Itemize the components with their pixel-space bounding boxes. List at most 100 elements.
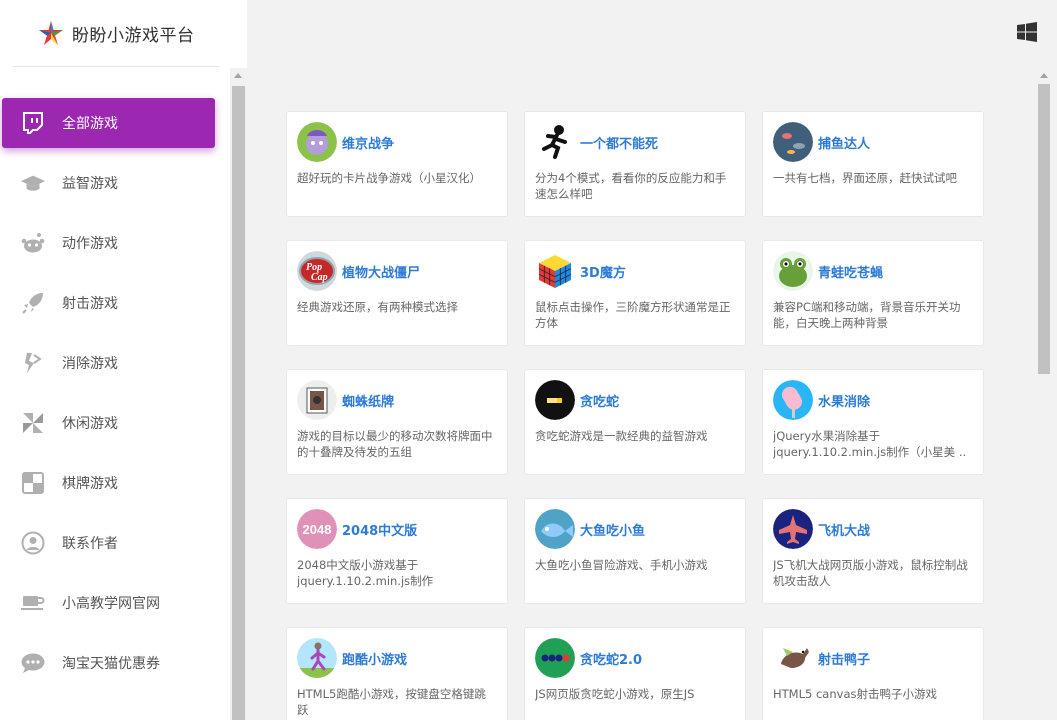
snake-thumb <box>535 380 575 420</box>
game-title[interactable]: 青蛙吃苍蝇 <box>818 262 883 281</box>
game-title[interactable]: 大鱼吃小鱼 <box>580 520 645 539</box>
code-icon <box>20 350 46 376</box>
sidebar-item-label: 消除游戏 <box>62 356 118 372</box>
sidebar: 盼盼小游戏平台 全部游戏 益智游戏 动作游戏 射击游戏 消除游戏 休闲游戏 棋牌… <box>0 0 247 720</box>
viking-war-thumb <box>297 122 337 162</box>
game-desc: HTML5 canvas射击鸭子小游戏 <box>773 687 937 701</box>
game-card[interactable]: 蜘蛛纸牌 游戏的目标以最少的移动次数将牌面中的十叠牌及待发的五组 <box>286 369 508 475</box>
game-desc: 2048中文版小游戏基于jquery.1.10.2.min.js制作 <box>297 558 434 588</box>
sidebar-item-casual[interactable]: 休闲游戏 <box>2 398 215 448</box>
sidebar-item-label: 棋牌游戏 <box>62 476 118 492</box>
game-desc: 一共有七档，界面还原，赶快试试吧 <box>773 171 957 185</box>
game-desc: jQuery水果消除基于jquery.1.10.2.min.js制作（小星美 .… <box>773 429 967 459</box>
game-title[interactable]: 一个都不能死 <box>580 133 658 152</box>
game-title[interactable]: 水果消除 <box>818 391 870 410</box>
game-title[interactable]: 3D魔方 <box>580 262 626 281</box>
game-card[interactable]: 一个都不能死 分为4个模式，看看你的反应能力和手速怎么样吧 <box>524 111 746 217</box>
game-card[interactable]: 3D魔方 鼠标点击操作，三阶魔方形状通常是正方体 <box>524 240 746 346</box>
snake2-thumb <box>535 638 575 678</box>
game-title[interactable]: 跑酷小游戏 <box>342 649 407 668</box>
spider-cards-thumb <box>297 380 337 420</box>
coffee-icon <box>20 590 46 616</box>
sidebar-item-shooting[interactable]: 射击游戏 <box>2 278 215 328</box>
sidebar-scrollbar[interactable] <box>230 68 247 720</box>
game-card[interactable]: 贪吃蛇 贪吃蛇游戏是一款经典的益智游戏 <box>524 369 746 475</box>
game-desc: 贪吃蛇游戏是一款经典的益智游戏 <box>535 429 708 443</box>
sidebar-item-label: 射击游戏 <box>62 296 118 312</box>
checkerboard-icon <box>20 470 46 496</box>
sidebar-item-official-site[interactable]: 小高教学网官网 <box>2 578 215 628</box>
game-title[interactable]: 植物大战僵尸 <box>342 262 420 281</box>
game-desc: HTML5跑酷小游戏，按键盘空格键跳跃 <box>297 687 486 717</box>
game-title[interactable]: 2048中文版 <box>342 520 417 539</box>
game-desc: JS飞机大战网页版小游戏，鼠标控制战机攻击敌人 <box>773 558 968 588</box>
sidebar-item-match[interactable]: 消除游戏 <box>2 338 215 388</box>
game-card[interactable]: 水果消除 jQuery水果消除基于jquery.1.10.2.min.js制作（… <box>762 369 984 475</box>
scroll-up-arrow-icon[interactable] <box>234 73 242 78</box>
game-card[interactable]: 青蛙吃苍蝇 兼容PC端和移动端，背景音乐开关功能，白天晚上两种背景 <box>762 240 984 346</box>
pinwheel-icon <box>20 410 46 436</box>
game-card[interactable]: Pop Cap 植物大战僵尸 经典游戏还原，有两种模式选择 <box>286 240 508 346</box>
game-title[interactable]: 蜘蛛纸牌 <box>342 391 394 410</box>
game-desc: 兼容PC端和移动端，背景音乐开关功能，白天晚上两种背景 <box>773 300 961 330</box>
game-desc: JS网页版贪吃蛇小游戏，原生JS <box>535 687 695 701</box>
game-title[interactable]: 射击鸭子 <box>818 649 870 668</box>
game-card[interactable]: 贪吃蛇2.0 JS网页版贪吃蛇小游戏，原生JS <box>524 627 746 720</box>
game-card[interactable]: 射击鸭子 HTML5 canvas射击鸭子小游戏 <box>762 627 984 720</box>
sidebar-item-coupon[interactable]: 淘宝天猫优惠券 <box>2 638 215 688</box>
game-card[interactable]: 维京战争 超好玩的卡片战争游戏（小星汉化） <box>286 111 508 217</box>
popcap-thumb: PopCap <box>297 251 337 291</box>
graduation-cap-icon <box>20 170 46 196</box>
sidebar-scrollbar-thumb[interactable] <box>232 86 245 720</box>
sidebar-item-label: 益智游戏 <box>62 176 118 192</box>
game-card[interactable]: 飞机大战 JS飞机大战网页版小游戏，鼠标控制战机攻击敌人 <box>762 498 984 604</box>
frog-thumb <box>773 251 813 291</box>
star-logo-icon <box>39 21 63 45</box>
game-desc: 大鱼吃小鱼冒险游戏、手机小游戏 <box>535 558 708 572</box>
windows-icon[interactable] <box>1017 22 1037 42</box>
main-content: 维京战争 超好玩的卡片战争游戏（小星汉化） 一个都不能死 分为4个模式，看看你的… <box>247 68 1057 720</box>
parkour-thumb <box>297 638 337 678</box>
sidebar-item-board[interactable]: 棋牌游戏 <box>2 458 215 508</box>
game-card[interactable]: 2048 2048中文版 2048中文版小游戏基于jquery.1.10.2.m… <box>286 498 508 604</box>
sidebar-item-label: 动作游戏 <box>62 236 118 252</box>
twitch-icon <box>20 110 46 136</box>
sidebar-item-all-games[interactable]: 全部游戏 <box>2 98 215 148</box>
game-card[interactable]: 大鱼吃小鱼 大鱼吃小鱼冒险游戏、手机小游戏 <box>524 498 746 604</box>
game-title[interactable]: 飞机大战 <box>818 520 870 539</box>
sidebar-item-puzzle[interactable]: 益智游戏 <box>2 158 215 208</box>
game-card[interactable]: 捕鱼达人 一共有七档，界面还原，赶快试试吧 <box>762 111 984 217</box>
sidebar-item-label: 休闲游戏 <box>62 416 118 432</box>
sidebar-item-contact[interactable]: 联系作者 <box>2 518 215 568</box>
game-desc: 分为4个模式，看看你的反应能力和手速怎么样吧 <box>535 171 727 201</box>
fishing-thumb <box>773 122 813 162</box>
scroll-up-arrow-icon[interactable] <box>1040 73 1048 78</box>
brand-title: 盼盼小游戏平台 <box>72 25 195 46</box>
game-title[interactable]: 维京战争 <box>342 133 394 152</box>
app-root: 盼盼小游戏平台 全部游戏 益智游戏 动作游戏 射击游戏 消除游戏 休闲游戏 棋牌… <box>0 0 1057 720</box>
duck-hunt-thumb <box>773 638 813 678</box>
game-desc: 鼠标点击操作，三阶魔方形状通常是正方体 <box>535 300 731 330</box>
game-desc: 经典游戏还原，有两种模式选择 <box>297 300 458 314</box>
user-circle-icon <box>20 530 46 556</box>
svg-text:Cap: Cap <box>311 272 328 283</box>
sidebar-item-label: 小高教学网官网 <box>62 596 160 612</box>
game-grid: 维京战争 超好玩的卡片战争游戏（小星汉化） 一个都不能死 分为4个模式，看看你的… <box>286 111 984 720</box>
fruit-thumb <box>773 380 813 420</box>
main-scrollbar[interactable] <box>1035 68 1057 720</box>
rubik-cube-thumb <box>535 251 575 291</box>
chat-bubble-icon <box>20 650 46 676</box>
sidebar-item-label: 淘宝天猫优惠券 <box>62 656 160 672</box>
thumb-2048-text: 2048 <box>303 522 332 537</box>
game-title[interactable]: 捕鱼达人 <box>818 133 870 152</box>
game-title[interactable]: 贪吃蛇2.0 <box>580 649 642 668</box>
game-title[interactable]: 贪吃蛇 <box>580 391 619 410</box>
big-fish-thumb <box>535 509 575 549</box>
brand[interactable]: 盼盼小游戏平台 <box>12 0 220 67</box>
main-scrollbar-thumb[interactable] <box>1038 84 1050 374</box>
reddit-icon <box>20 230 46 256</box>
game-desc: 超好玩的卡片战争游戏（小星汉化） <box>297 171 481 185</box>
game-2048-thumb: 2048 <box>297 509 337 549</box>
sidebar-item-action[interactable]: 动作游戏 <box>2 218 215 268</box>
game-card[interactable]: 跑酷小游戏 HTML5跑酷小游戏，按键盘空格键跳跃 <box>286 627 508 720</box>
